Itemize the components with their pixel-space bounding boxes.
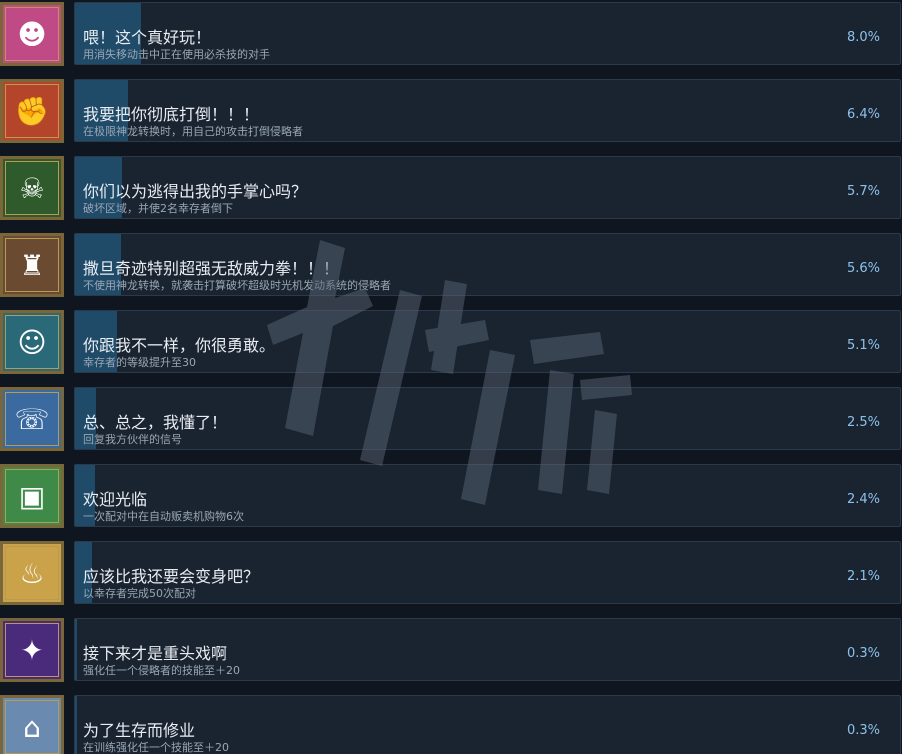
achievement-title: 撒旦奇迹特别超强无敌威力拳！！！ [83, 259, 340, 278]
achievement-unlock-percent: 2.5% [846, 415, 880, 430]
achievement-icon-frame: ☺ [0, 310, 64, 374]
achievement-description: 在极限神龙转换时，用自己的攻击打倒侵略者 [83, 125, 303, 138]
achievement-icon-frame: ☻ [0, 2, 64, 66]
achievement-title: 应该比我还要会变身吧？ [83, 567, 260, 586]
pig-icon: ♨ [19, 556, 45, 590]
achievement-icon-frame: ✦ [0, 618, 64, 682]
achievement-row[interactable]: ☠ 你们以为逃得出我的手掌心吗？ 破坏区域，并使2名幸存者倒下 5.7% [0, 156, 902, 220]
achievement-panel: 我要把你彻底打倒！！！ 在极限神龙转换时，用自己的攻击打倒侵略者 6.4% [74, 79, 901, 142]
achievement-row[interactable]: ⌂ 为了生存而修业 在训练强化任一个技能至＋20 0.3% [0, 695, 902, 754]
achievement-row[interactable]: ☺ 你跟我不一样，你很勇敢。 幸存者的等级提升至30 5.1% [0, 310, 902, 374]
achievement-panel: 撒旦奇迹特别超强无敌威力拳！！！ 不使用神龙转换，就袭击打算破坏超级时光机发动系统… [74, 233, 901, 296]
achievement-unlock-percent: 5.1% [846, 338, 880, 353]
achievement-unlock-percent: 8.0% [846, 30, 880, 45]
achievement-panel: 为了生存而修业 在训练强化任一个技能至＋20 0.3% [74, 695, 901, 754]
achievement-panel: 喂！这个真好玩！ 用消失移动击中正在使用必杀技的对手 8.0% [74, 2, 901, 65]
scientist-icon: ☺ [17, 325, 47, 359]
signal-icon: ☏ [14, 402, 50, 436]
achievement-panel: 你们以为逃得出我的手掌心吗？ 破坏区域，并使2名幸存者倒下 5.7% [74, 156, 901, 219]
achievement-title: 总、总之，我懂了！ [83, 413, 228, 432]
achievement-rarity-bar [75, 696, 78, 754]
achievement-panel: 欢迎光临 一次配对中在自动贩卖机购物6次 2.4% [74, 464, 901, 527]
achievement-description: 幸存者的等级提升至30 [83, 356, 196, 369]
achievement-icon-frame: ♜ [0, 233, 64, 297]
achievement-unlock-percent: 2.4% [846, 492, 880, 507]
achievement-row[interactable]: ✦ 接下来才是重头戏啊 强化任一个侵略者的技能至＋20 0.3% [0, 618, 902, 682]
achievement-title: 为了生存而修业 [83, 721, 196, 740]
achievement-icon-frame: ⌂ [0, 695, 64, 754]
achievement-unlock-percent: 6.4% [846, 107, 880, 122]
achievement-description: 破坏区域，并使2名幸存者倒下 [83, 202, 233, 215]
achievement-panel: 总、总之，我懂了！ 回复我方伙伴的信号 2.5% [74, 387, 901, 450]
achievement-unlock-percent: 2.1% [846, 569, 880, 584]
achievement-row[interactable]: ♜ 撒旦奇迹特别超强无敌威力拳！！！ 不使用神龙转换，就袭击打算破坏超级时光机发动系… [0, 233, 902, 297]
achievement-icon-frame: ▣ [0, 464, 64, 528]
achievement-description: 强化任一个侵略者的技能至＋20 [83, 664, 240, 677]
achievement-description: 在训练强化任一个技能至＋20 [83, 741, 229, 754]
achievement-description: 一次配对中在自动贩卖机购物6次 [83, 510, 244, 523]
achievement-title: 我要把你彻底打倒！！！ [83, 105, 260, 124]
achievement-unlock-percent: 0.3% [846, 723, 880, 738]
achievement-row[interactable]: ▣ 欢迎光临 一次配对中在自动贩卖机购物6次 2.4% [0, 464, 902, 528]
achievement-list: ☻ 喂！这个真好玩！ 用消失移动击中正在使用必杀技的对手 8.0% ✊ 我要把你彻底打倒！… [0, 0, 902, 754]
achievement-row[interactable]: ♨ 应该比我还要会变身吧？ 以幸存者完成50次配对 2.1% [0, 541, 902, 605]
achievement-description: 不使用神龙转换，就袭击打算破坏超级时光机发动系统的侵略者 [83, 279, 391, 292]
achievement-description: 用消失移动击中正在使用必杀技的对手 [83, 48, 270, 61]
achievement-row[interactable]: ☏ 总、总之，我懂了！ 回复我方伙伴的信号 2.5% [0, 387, 902, 451]
achievement-panel: 接下来才是重头戏啊 强化任一个侵略者的技能至＋20 0.3% [74, 618, 901, 681]
achievement-icon-frame: ☏ [0, 387, 64, 451]
achievement-icon-frame: ✊ [0, 79, 64, 143]
achievement-title: 喂！这个真好玩！ [83, 28, 212, 47]
achievement-row[interactable]: ✊ 我要把你彻底打倒！！！ 在极限神龙转换时，用自己的攻击打倒侵略者 6.4% [0, 79, 902, 143]
achievement-unlock-percent: 0.3% [846, 646, 880, 661]
dome-icon: ⌂ [23, 710, 41, 744]
warrior-icon: ✊ [14, 94, 50, 128]
achievement-icon-frame: ☠ [0, 156, 64, 220]
achievement-row[interactable]: ☻ 喂！这个真好玩！ 用消失移动击中正在使用必杀技的对手 8.0% [0, 2, 902, 66]
achievement-title: 你跟我不一样，你很勇敢。 [83, 336, 276, 355]
achievement-unlock-percent: 5.7% [846, 184, 880, 199]
pink-majin-icon: ☻ [17, 17, 47, 51]
achievement-icon-frame: ♨ [0, 541, 64, 605]
achievement-panel: 你跟我不一样，你很勇敢。 幸存者的等级提升至30 5.1% [74, 310, 901, 373]
dark-armor-icon: ✦ [20, 633, 44, 667]
achievement-title: 你们以为逃得出我的手掌心吗？ [83, 182, 308, 201]
achievement-description: 以幸存者完成50次配对 [83, 587, 196, 600]
achievement-panel: 应该比我还要会变身吧？ 以幸存者完成50次配对 2.1% [74, 541, 901, 604]
achievement-description: 回复我方伙伴的信号 [83, 433, 182, 446]
green-villain-icon: ☠ [19, 171, 45, 205]
achievement-title: 欢迎光临 [83, 490, 148, 509]
achievement-rarity-bar [75, 619, 78, 680]
vending-machine-icon: ▣ [18, 479, 46, 513]
achievement-title: 接下来才是重头戏啊 [83, 644, 228, 663]
achievement-unlock-percent: 5.6% [846, 261, 880, 276]
statue-icon: ♜ [19, 248, 45, 282]
